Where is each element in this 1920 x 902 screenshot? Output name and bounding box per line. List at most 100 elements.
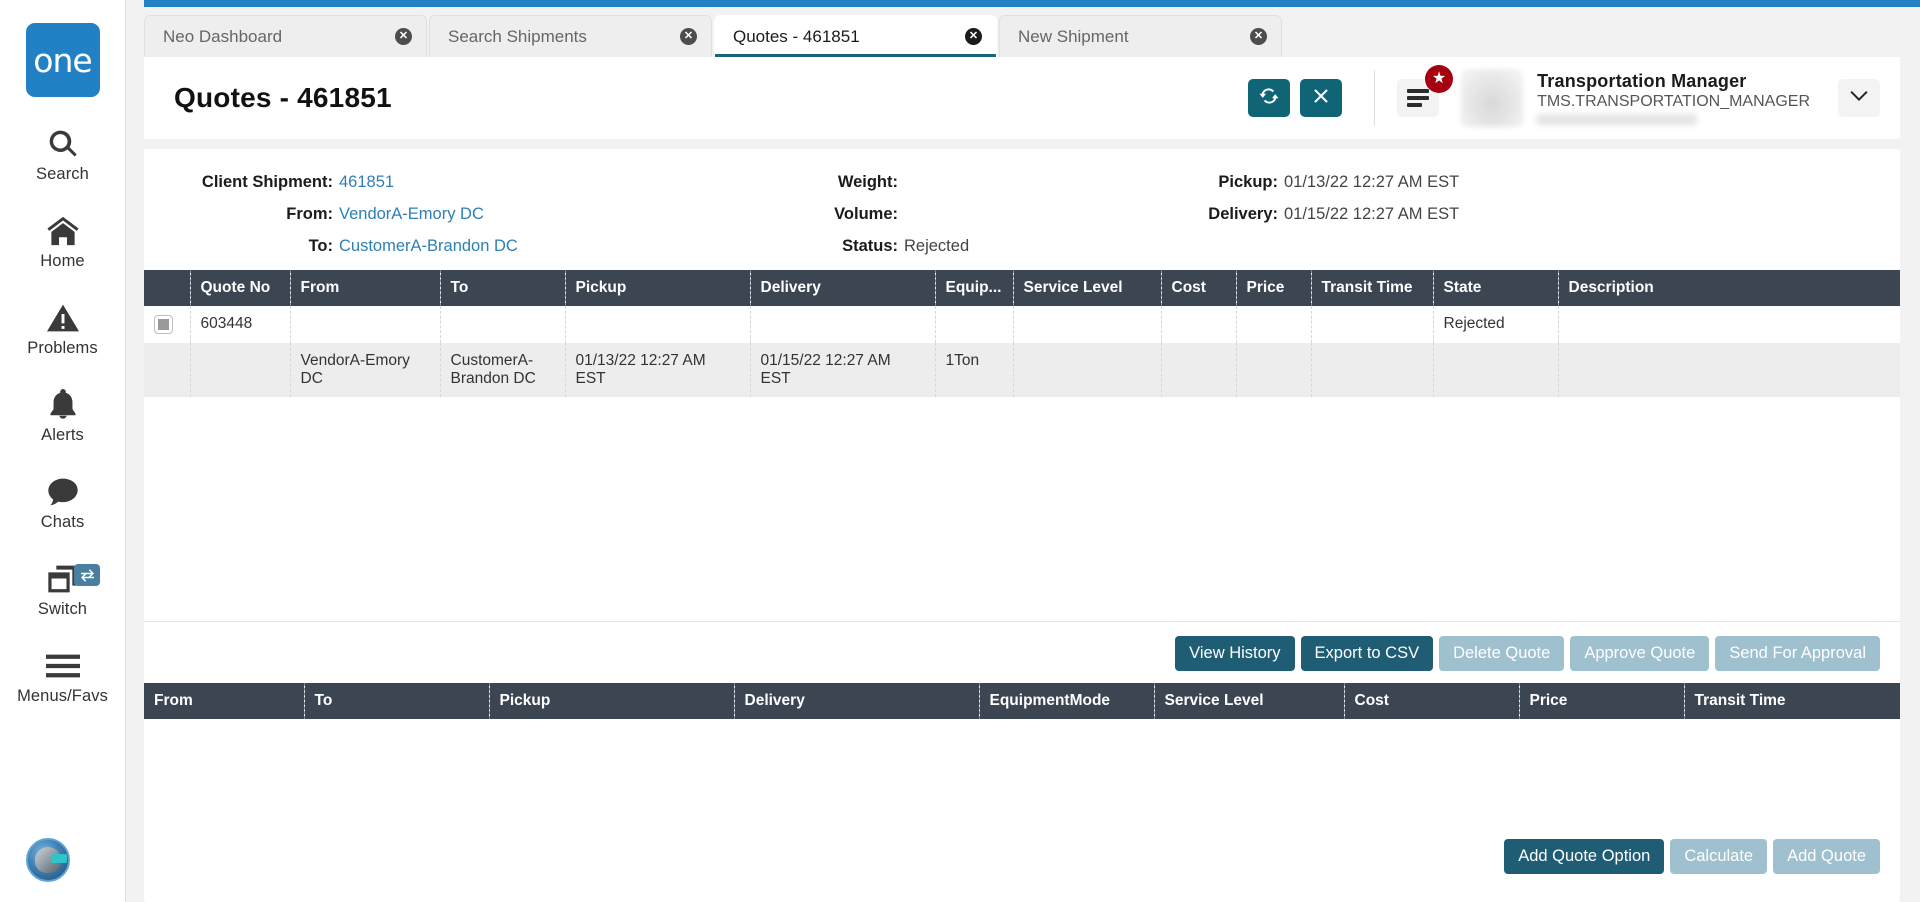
star-badge[interactable]: ★ [1425,65,1454,93]
col-quote-no[interactable]: Quote No [190,270,291,306]
detail-status: Status: Rejected [744,237,1164,256]
details-column-3: Pickup: 01/13/22 12:27 AM EST Delivery: … [1164,173,1634,256]
close-icon[interactable]: ✕ [965,28,982,45]
top-accent-strip [144,0,1920,7]
select-all-header [144,270,191,306]
col-opt-service-level[interactable]: Service Level [1154,683,1345,720]
col-opt-from[interactable]: From [144,683,305,720]
cell-state [1433,343,1559,397]
cell-pickup: 01/13/22 12:27 AM EST [565,343,751,397]
cell-to[interactable]: CustomerA-Brandon DC [440,343,566,397]
approve-quote-button[interactable]: Approve Quote [1570,636,1710,672]
cell-price [1236,343,1312,397]
swap-arrows-icon[interactable] [74,564,100,586]
detail-value[interactable]: 461851 [339,173,394,192]
cell-description [1558,306,1900,343]
robot-head-shape [35,847,67,873]
row-checkbox-cell [144,343,191,397]
tab-quotes[interactable]: Quotes - 461851 ✕ [714,15,997,57]
col-opt-cost[interactable]: Cost [1344,683,1520,720]
cell-price [1236,306,1312,343]
col-state[interactable]: State [1433,270,1559,306]
cell-to [440,306,566,343]
detail-value[interactable]: CustomerA-Brandon DC [339,237,518,256]
application-window: one Search Home Problems Alerts Chats Sw… [0,0,1920,902]
col-opt-delivery[interactable]: Delivery [734,683,980,720]
context-menu-button[interactable]: ★ [1397,65,1454,117]
row-checkbox-cell [144,306,191,343]
quotes-table-body: 603448 Rejected VendorA-Emory DC Custome… [144,306,1900,397]
hamburger-icon [45,647,80,685]
col-cost[interactable]: Cost [1161,270,1237,306]
cell-cost [1161,343,1237,397]
table-row[interactable]: VendorA-Emory DC CustomerA-Brandon DC 01… [144,343,1900,397]
view-history-button[interactable]: View History [1175,636,1295,672]
tab-new-shipment[interactable]: New Shipment ✕ [999,15,1282,57]
row-checkbox[interactable] [154,315,173,334]
col-description[interactable]: Description [1558,270,1900,306]
detail-label: Delivery: [1208,205,1278,223]
col-from[interactable]: From [290,270,441,306]
add-quote-option-button[interactable]: Add Quote Option [1504,839,1665,874]
warning-triangle-icon [46,299,79,337]
user-menu-button[interactable] [1838,79,1880,117]
col-opt-equipment-mode[interactable]: EquipmentMode [979,683,1155,720]
cell-equipment [935,306,1014,343]
one-logo[interactable]: one [25,23,100,97]
sidebar-item-label: Search [36,165,89,183]
user-extra-blurred [1537,114,1698,125]
cell-service-level [1013,343,1162,397]
col-equipment[interactable]: Equip... [935,270,1014,306]
quotes-table-empty-space [144,397,1900,622]
refresh-button[interactable] [1248,79,1291,117]
sidebar-item-menus-favs[interactable]: Menus/Favs [0,647,125,706]
content-card: Client Shipment: 461851 From: VendorA-Em… [144,149,1900,902]
close-icon[interactable]: ✕ [680,28,697,45]
table-row[interactable]: 603448 Rejected [144,306,1900,343]
close-icon[interactable]: ✕ [1250,28,1267,45]
col-pickup[interactable]: Pickup [565,270,751,306]
col-to[interactable]: To [440,270,566,306]
send-for-approval-button[interactable]: Send For Approval [1715,636,1880,672]
delete-quote-button[interactable]: Delete Quote [1439,636,1565,672]
calculate-button[interactable]: Calculate [1670,839,1768,874]
robot-head-avatar-icon[interactable] [26,838,70,882]
detail-label: Pickup: [1218,173,1278,191]
cell-from[interactable]: VendorA-Emory DC [290,343,441,397]
close-icon[interactable]: ✕ [395,28,412,45]
detail-value: 01/13/22 12:27 AM EST [1284,173,1460,191]
sidebar-item-switch[interactable]: Switch [0,560,125,619]
cell-delivery [750,306,936,343]
detail-label: Client Shipment: [201,173,333,191]
logo-text: one [33,40,92,80]
sidebar-item-search[interactable]: Search [0,125,125,184]
tab-neo-dashboard[interactable]: Neo Dashboard ✕ [144,15,427,57]
cell-state: Rejected [1433,306,1559,343]
col-transit-time[interactable]: Transit Time [1311,270,1434,306]
detail-label: To: [308,237,333,255]
col-service-level[interactable]: Service Level [1013,270,1162,306]
close-page-button[interactable] [1300,79,1343,117]
col-opt-to[interactable]: To [304,683,490,720]
sidebar-item-label: Menus/Favs [17,687,108,705]
add-quote-button[interactable]: Add Quote [1773,839,1880,874]
export-to-csv-button[interactable]: Export to CSV [1300,636,1434,672]
col-opt-transit-time[interactable]: Transit Time [1684,683,1900,720]
tab-bar: Neo Dashboard ✕ Search Shipments ✕ Quote… [126,7,1920,57]
col-opt-price[interactable]: Price [1519,683,1685,720]
tab-search-shipments[interactable]: Search Shipments ✕ [429,15,712,57]
cell-pickup [565,306,751,343]
sidebar-item-chats[interactable]: Chats [0,473,125,532]
col-delivery[interactable]: Delivery [750,270,936,306]
bell-icon [49,386,77,424]
sidebar-item-problems[interactable]: Problems [0,299,125,358]
sidebar-item-alerts[interactable]: Alerts [0,386,125,445]
bottom-spacer [144,888,1900,902]
detail-value[interactable]: VendorA-Emory DC [339,205,484,224]
user-info: Transportation Manager TMS.TRANSPORTATIO… [1537,71,1810,125]
sidebar-item-home[interactable]: Home [0,212,125,271]
col-price[interactable]: Price [1236,270,1312,306]
options-table-empty-body [144,719,1900,828]
cell-description [1558,343,1900,397]
col-opt-pickup[interactable]: Pickup [489,683,735,720]
